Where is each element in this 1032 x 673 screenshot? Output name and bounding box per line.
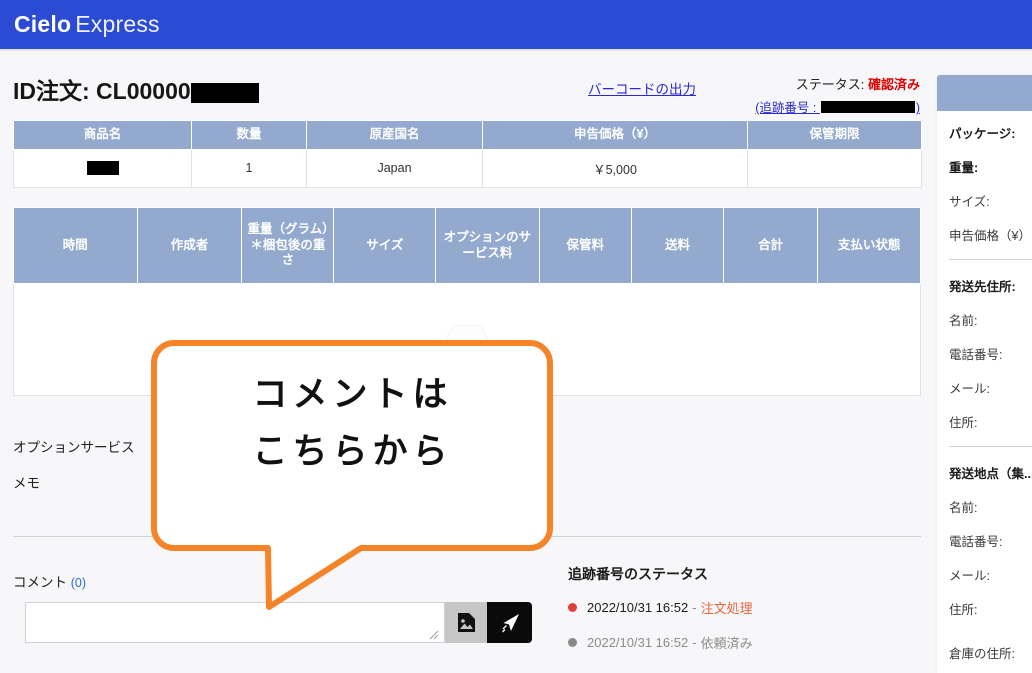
order-id-redaction [190,82,259,103]
col-storage-deadline: 保管期限 [747,120,922,150]
col-size: サイズ [333,207,437,284]
sidebar-item-declared-price: 申告価格（¥） [949,229,1031,243]
sidebar-item-ship-from: 発送地点（集... [949,467,1032,481]
comment-composer [25,602,532,643]
comment-label-text: コメント [13,575,67,590]
order-id-label: ID注文: CL00000 [13,78,191,104]
col-shipping-fee: 送料 [630,207,725,284]
send-paper-plane-icon [501,613,519,632]
brand-logo[interactable]: Cielo Express [0,11,160,38]
details-sidebar: パッケージ: 重量: サイズ: 申告価格（¥） 発送先住所: 名前: 電話番号:… [937,75,1032,673]
timeline-dot-done-icon [568,638,577,647]
sidebar-divider [949,259,1032,260]
empty-state-cell [13,283,921,396]
tracking-number-link[interactable]: (追跡番号 : ) [755,97,920,116]
sidebar-item-ship-to-email: メール: [949,382,990,396]
page-title: ID注文: CL00000 [13,72,259,106]
col-option-service-fee: オプションのサービス料 [435,207,540,284]
col-origin-country: 原産国名 [306,120,483,150]
cell-origin-country: Japan [306,148,483,188]
barcode-output-link[interactable]: バーコードの出力 [588,78,696,98]
timeline-dot-active-icon [568,603,577,612]
sidebar-divider [949,446,1032,447]
col-quantity: 数量 [191,120,307,150]
sidebar-item-ship-from-phone: 電話番号: [949,535,1003,549]
option-service-label: オプションサービス [13,440,135,455]
sidebar-item-ship-from-name: 名前: [949,501,978,515]
brand-name-primary: Cielo [14,11,72,37]
cell-quantity: 1 [191,148,307,188]
sidebar-item-ship-from-email: メール: [949,569,990,583]
tracking-prefix: (追跡番号 : [755,101,820,115]
comment-input[interactable] [25,602,445,643]
list-item: 2022/10/31 16:52 - 依頼済み [568,633,918,652]
col-item-name: 商品名 [13,120,192,150]
cell-declared-price: ￥5,000 [482,148,748,188]
item-table-header-row: 商品名 数量 原産国名 申告価格（¥） 保管期限 [13,120,922,150]
timeline-separator: - [692,600,697,615]
comment-count-badge: (0) [70,576,87,590]
app-header: Cielo Express [0,0,1032,49]
tracking-suffix: ) [915,101,920,115]
image-attachment-icon [457,613,475,632]
status-label: ステータス: [795,77,865,92]
col-payment-status: 支払い状態 [817,207,921,284]
status-value: 確認済み [867,77,920,92]
memo-label: メモ [13,476,40,491]
status-badge: ステータス: 確認済み [755,74,920,93]
item-table: 商品名 数量 原産国名 申告価格（¥） 保管期限 1 Japan ￥5,000 [13,120,922,188]
sidebar-header-bar [937,75,1032,111]
tracking-status-title: 追跡番号のステータス [568,566,708,582]
sidebar-item-warehouse-address: 倉庫の住所: [949,647,1015,661]
list-item: 2022/10/31 16:52 - 注文処理 [568,598,918,617]
cell-item-name [13,148,192,188]
table-row: 1 Japan ￥5,000 [13,148,922,188]
sidebar-item-size: サイズ: [949,195,990,209]
sidebar-item-package: パッケージ: [949,127,1016,141]
sidebar-item-ship-to-address: 住所: [949,416,978,430]
app-root: Cielo Express ID注文: CL00000 バーコードの出力 ステータ… [0,0,1032,673]
sidebar-item-weight: 重量: [949,161,979,175]
send-comment-button[interactable] [487,602,532,643]
tracking-number-redaction [820,101,915,113]
timeline-state: 注文処理 [700,601,753,616]
tracking-status-panel: 追跡番号のステータス 2022/10/31 16:52 - 注文処理 2022/… [568,564,918,668]
sidebar-item-ship-to-phone: 電話番号: [949,348,1003,362]
attach-image-button[interactable] [445,602,487,643]
main-content: ID注文: CL00000 バーコードの出力 ステータス: 確認済み (追跡番号… [0,52,932,673]
timeline-timestamp: 2022/10/31 16:52 [587,635,689,650]
shipment-table-empty-row [13,283,921,396]
sidebar-item-ship-from-address: 住所: [949,603,978,617]
col-creator: 作成者 [136,207,243,284]
empty-tray-icon [444,324,490,354]
cell-storage-deadline [747,148,922,188]
comment-section-label: コメント (0) [13,571,86,591]
col-time: 時間 [13,207,138,284]
timeline-state: 依頼済み [700,636,753,651]
col-total: 合計 [723,207,819,284]
timeline-timestamp: 2022/10/31 16:52 [587,600,689,615]
sidebar-item-ship-to: 発送先住所: [949,280,1016,294]
section-divider [13,536,921,537]
sidebar-item-ship-to-name: 名前: [949,314,978,328]
col-storage-fee: 保管料 [538,207,632,284]
col-weight: 重量（グラム）＊梱包後の重さ [241,207,335,284]
sidebar-body: パッケージ: 重量: サイズ: 申告価格（¥） 発送先住所: 名前: 電話番号:… [937,111,1032,662]
brand-name-secondary: Express [75,11,160,37]
status-area: ステータス: 確認済み (追跡番号 : ) [755,74,920,116]
timeline-separator: - [692,635,697,650]
shipment-table: 時間 作成者 重量（グラム）＊梱包後の重さ サイズ オプションのサービス料 保管… [13,207,921,396]
shipment-table-header-row: 時間 作成者 重量（グラム）＊梱包後の重さ サイズ オプションのサービス料 保管… [13,207,921,284]
item-name-redaction [86,161,119,176]
col-declared-price: 申告価格（¥） [482,120,748,150]
